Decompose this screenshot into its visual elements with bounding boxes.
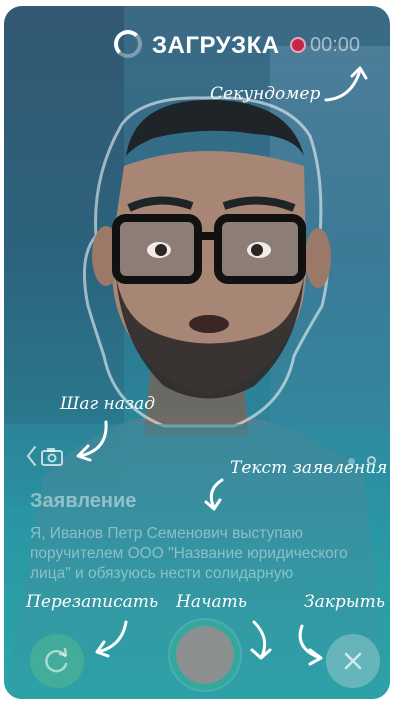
video-recorder-screen: ЗАГРУЗКА 00:00 Секундомер Шаг назад Текс… bbox=[4, 6, 390, 699]
hint-arrow-start-icon bbox=[250, 620, 272, 660]
record-indicator-icon bbox=[290, 37, 306, 53]
refresh-icon bbox=[45, 647, 68, 673]
hint-step-back: Шаг назад bbox=[60, 394, 156, 414]
retake-button[interactable] bbox=[30, 634, 84, 688]
hint-arrow-statement-icon bbox=[204, 478, 224, 511]
close-icon bbox=[344, 652, 362, 670]
back-button[interactable] bbox=[26, 444, 72, 468]
close-button[interactable] bbox=[326, 634, 380, 688]
hint-start: Начать bbox=[176, 592, 248, 612]
hint-stopwatch: Секундомер bbox=[210, 84, 321, 104]
hint-arrow-step-back-icon bbox=[76, 420, 108, 462]
loading-spinner-icon bbox=[114, 30, 142, 58]
hint-retake: Перезаписать bbox=[26, 592, 159, 612]
upload-status-label: ЗАГРУЗКА bbox=[152, 32, 280, 59]
statement-body: Я, Иванов Петр Семенович выступаю поручи… bbox=[30, 525, 348, 582]
hint-statement-text: Текст заявления bbox=[230, 458, 388, 478]
hint-arrow-retake-icon bbox=[95, 620, 128, 658]
hint-close: Закрыть bbox=[304, 592, 385, 612]
hint-arrow-stopwatch-icon bbox=[324, 66, 368, 102]
status-bar: ЗАГРУЗКА 00:00 bbox=[4, 30, 390, 66]
statement-title: Заявление bbox=[30, 490, 137, 512]
record-button[interactable] bbox=[170, 620, 240, 690]
hint-arrow-close-icon bbox=[298, 624, 323, 666]
camera-icon bbox=[41, 448, 63, 466]
stopwatch-timer: 00:00 bbox=[310, 34, 361, 56]
